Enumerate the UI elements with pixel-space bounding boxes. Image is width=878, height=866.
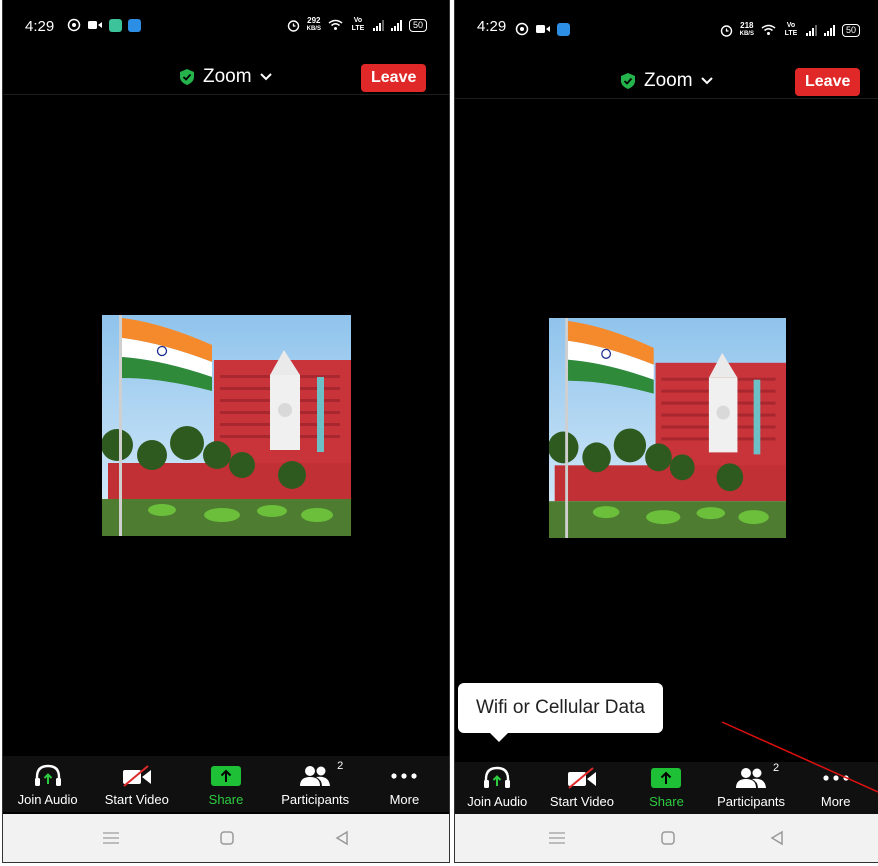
annotation-arrow — [721, 721, 878, 793]
